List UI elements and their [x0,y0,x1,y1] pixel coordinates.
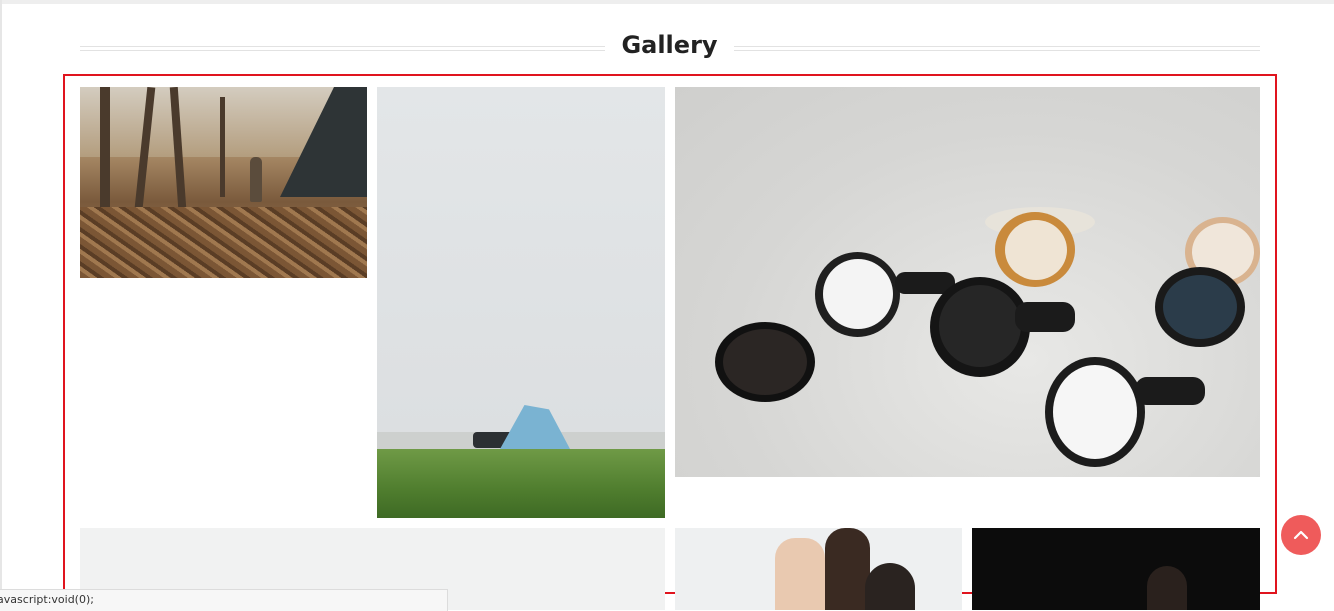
tent-shape [500,405,570,449]
gallery-image-field[interactable] [377,87,665,518]
gallery-image-watches[interactable] [675,87,1260,477]
gallery-header: Gallery [80,28,1260,64]
watch-rose-dial [723,329,807,395]
gallery-image-portrait[interactable] [972,528,1260,610]
hiker-figure [250,157,262,202]
top-border [0,0,1334,4]
browser-status-bar: javascript:void(0); [0,589,448,611]
title-divider-right [734,46,1260,51]
frame-border [0,0,2,610]
section-title: Gallery [621,31,718,59]
gallery-image-group[interactable] [675,528,962,610]
scroll-to-top-button[interactable] [1281,515,1321,555]
gallery-image-forest[interactable] [80,87,367,278]
chevron-up-icon [1293,530,1309,540]
title-divider-left [80,46,605,51]
